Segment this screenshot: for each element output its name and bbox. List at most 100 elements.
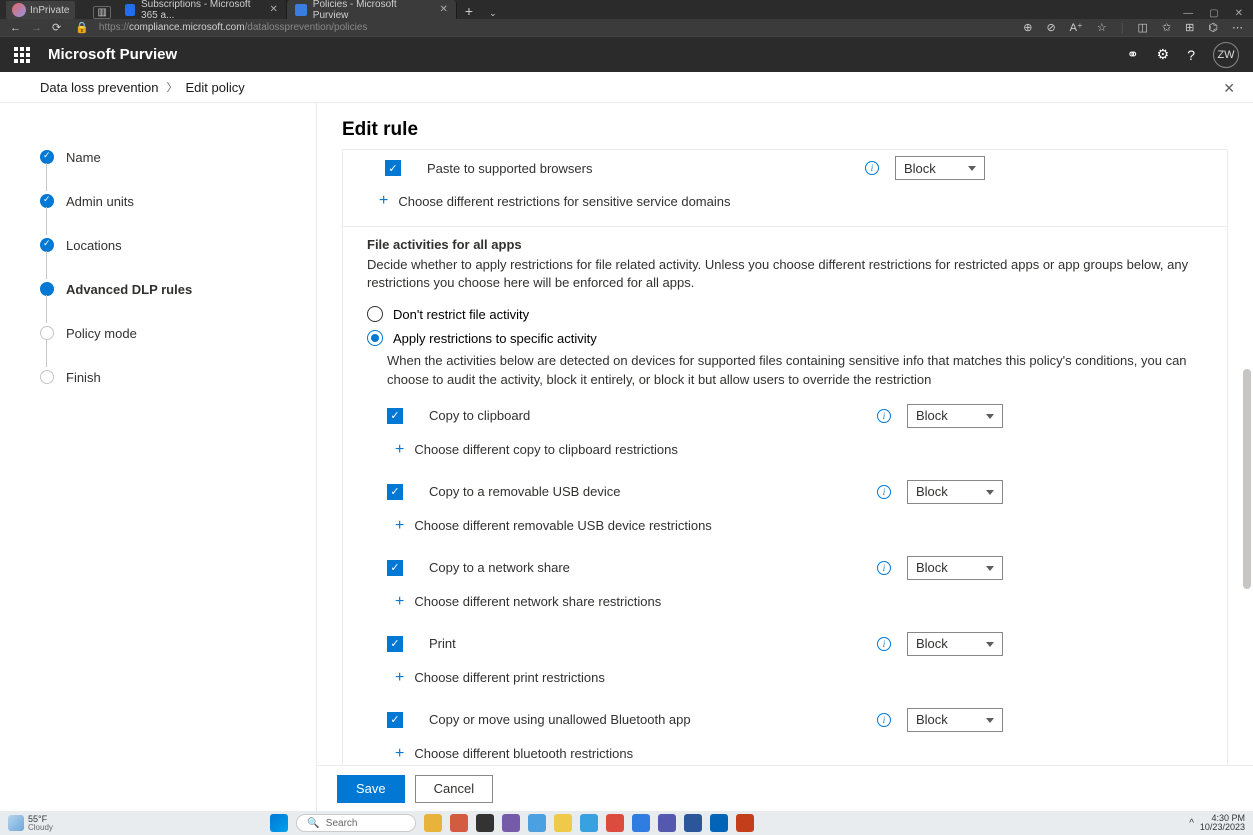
refresh-icon[interactable]: ⟳ <box>52 21 61 34</box>
save-button[interactable]: Save <box>337 775 405 803</box>
close-icon[interactable]: ✕ <box>1235 8 1243 19</box>
step-name[interactable]: Name <box>40 143 296 171</box>
scrollbar[interactable] <box>1239 149 1253 765</box>
scrollbar-thumb[interactable] <box>1243 369 1251 589</box>
step-pending-icon <box>40 370 54 384</box>
weather-cond: Cloudy <box>28 824 53 832</box>
search-placeholder: Search <box>326 818 358 829</box>
weather-widget[interactable]: 55°F Cloudy <box>8 815 53 832</box>
lock-icon[interactable]: 🔒 <box>75 21 89 34</box>
favorite-icon[interactable]: ☆ <box>1097 21 1107 34</box>
taskbar-app-icon[interactable] <box>528 814 546 832</box>
forward-icon[interactable]: → <box>31 22 42 34</box>
activity-checkbox[interactable] <box>387 636 403 652</box>
taskbar-app-icon[interactable] <box>632 814 650 832</box>
system-clock[interactable]: 4:30 PM 10/23/2023 <box>1200 814 1245 832</box>
activity-checkbox[interactable] <box>387 560 403 576</box>
tab-overflow-icon[interactable]: ⌄ <box>481 8 505 19</box>
activity-row: Copy to a network shareBlock <box>343 549 1227 587</box>
more-icon[interactable]: ⋯ <box>1232 21 1243 34</box>
radio-dont-restrict[interactable]: Don't restrict file activity <box>343 302 1227 326</box>
taskbar-app-icon[interactable] <box>424 814 442 832</box>
breadcrumb-leaf: Edit policy <box>186 80 245 95</box>
activity-restriction-link[interactable]: +Choose different copy to clipboard rest… <box>343 435 1227 473</box>
close-icon[interactable]: ✕ <box>270 4 278 15</box>
radio-selected-icon <box>367 330 383 346</box>
activity-checkbox[interactable] <box>387 484 403 500</box>
info-icon[interactable] <box>877 485 891 499</box>
connectors-icon[interactable]: ⚭ <box>1127 46 1139 63</box>
split-icon[interactable]: ◫ <box>1138 21 1148 34</box>
taskbar-app-icon[interactable] <box>554 814 572 832</box>
activity-action-dropdown[interactable]: Block <box>907 708 1003 732</box>
activity-action-dropdown[interactable]: Block <box>907 556 1003 580</box>
step-finish[interactable]: Finish <box>40 363 296 391</box>
activity-action-dropdown[interactable]: Block <box>907 632 1003 656</box>
activity-checkbox[interactable] <box>387 408 403 424</box>
taskbar-app-icon[interactable] <box>502 814 520 832</box>
taskbar-search[interactable]: 🔍 Search <box>296 814 416 832</box>
activity-restriction-link[interactable]: +Choose different removable USB device r… <box>343 511 1227 549</box>
step-locations[interactable]: Locations <box>40 231 296 259</box>
gear-icon[interactable]: ⚙ <box>1157 46 1170 63</box>
activity-restriction-link[interactable]: +Choose different print restrictions <box>343 663 1227 701</box>
radio-apply-restrictions[interactable]: Apply restrictions to specific activity <box>343 326 1227 350</box>
read-aloud-icon[interactable]: A⁺ <box>1070 21 1083 34</box>
activity-label: Copy to clipboard <box>429 408 867 423</box>
tab-actions-icon[interactable]: ▥ <box>93 6 110 19</box>
browser-tab-policies[interactable]: Policies - Microsoft Purview ✕ <box>287 0 457 19</box>
cancel-button[interactable]: Cancel <box>415 775 493 803</box>
inprivate-label: InPrivate <box>30 5 69 16</box>
activity-action-dropdown[interactable]: Block <box>907 480 1003 504</box>
zoom-icon[interactable]: ⊕ <box>1023 21 1032 34</box>
back-icon[interactable]: ← <box>10 22 21 34</box>
activity-restriction-link[interactable]: +Choose different network share restrict… <box>343 587 1227 625</box>
domains-restriction-link[interactable]: + Choose different restrictions for sens… <box>343 186 1227 216</box>
info-icon[interactable] <box>877 637 891 651</box>
start-icon[interactable] <box>270 814 288 832</box>
maximize-icon[interactable]: ▢ <box>1209 8 1218 19</box>
address-bar[interactable]: https://compliance.microsoft.com/datalos… <box>99 22 1013 33</box>
minimize-icon[interactable]: — <box>1183 8 1193 19</box>
taskbar-app-icon[interactable] <box>658 814 676 832</box>
extensions-icon[interactable]: ⌬ <box>1208 21 1218 34</box>
step-admin-units[interactable]: Admin units <box>40 187 296 215</box>
activity-checkbox[interactable] <box>387 712 403 728</box>
panel-footer: Save Cancel <box>317 765 1253 811</box>
info-icon[interactable] <box>877 409 891 423</box>
checkbox-paste[interactable] <box>385 160 401 176</box>
close-icon[interactable]: ✕ <box>440 4 448 15</box>
info-icon[interactable] <box>865 161 879 175</box>
tray-chevron-icon[interactable]: ^ <box>1189 818 1194 829</box>
browser-tab-subscriptions[interactable]: Subscriptions - Microsoft 365 a... ✕ <box>117 0 287 19</box>
activity-action-dropdown[interactable]: Block <box>907 404 1003 428</box>
step-done-icon <box>40 150 54 164</box>
taskbar-app-icon[interactable] <box>580 814 598 832</box>
activity-restriction-link[interactable]: +Choose different bluetooth restrictions <box>343 739 1227 765</box>
taskbar-app-icon[interactable] <box>476 814 494 832</box>
plus-icon: + <box>395 669 404 687</box>
paste-action-dropdown[interactable]: Block <box>895 156 985 180</box>
window-controls: — ▢ ✕ <box>1183 8 1253 19</box>
taskbar-app-icon[interactable] <box>710 814 728 832</box>
help-icon[interactable]: ? <box>1187 47 1195 63</box>
favorites-bar-icon[interactable]: ✩ <box>1162 21 1171 34</box>
taskbar-app-icon[interactable] <box>736 814 754 832</box>
close-panel-button[interactable]: ✕ <box>1223 80 1235 97</box>
app-launcher-icon[interactable] <box>14 47 30 63</box>
tracking-icon[interactable]: ⊘ <box>1046 21 1055 34</box>
info-icon[interactable] <box>877 561 891 575</box>
step-policy-mode[interactable]: Policy mode <box>40 319 296 347</box>
activity-label: Copy or move using unallowed Bluetooth a… <box>429 712 867 727</box>
info-icon[interactable] <box>877 713 891 727</box>
new-tab-button[interactable]: + <box>457 3 481 19</box>
step-advanced-dlp[interactable]: Advanced DLP rules <box>40 275 296 303</box>
collections-icon[interactable]: ⊞ <box>1185 21 1194 34</box>
user-avatar[interactable]: ZW <box>1213 42 1239 68</box>
plus-icon: + <box>379 192 388 210</box>
taskbar-app-icon[interactable] <box>684 814 702 832</box>
breadcrumb-root[interactable]: Data loss prevention <box>40 80 159 95</box>
activity-label: Copy to a removable USB device <box>429 484 867 499</box>
taskbar-app-icon[interactable] <box>606 814 624 832</box>
taskbar-app-icon[interactable] <box>450 814 468 832</box>
